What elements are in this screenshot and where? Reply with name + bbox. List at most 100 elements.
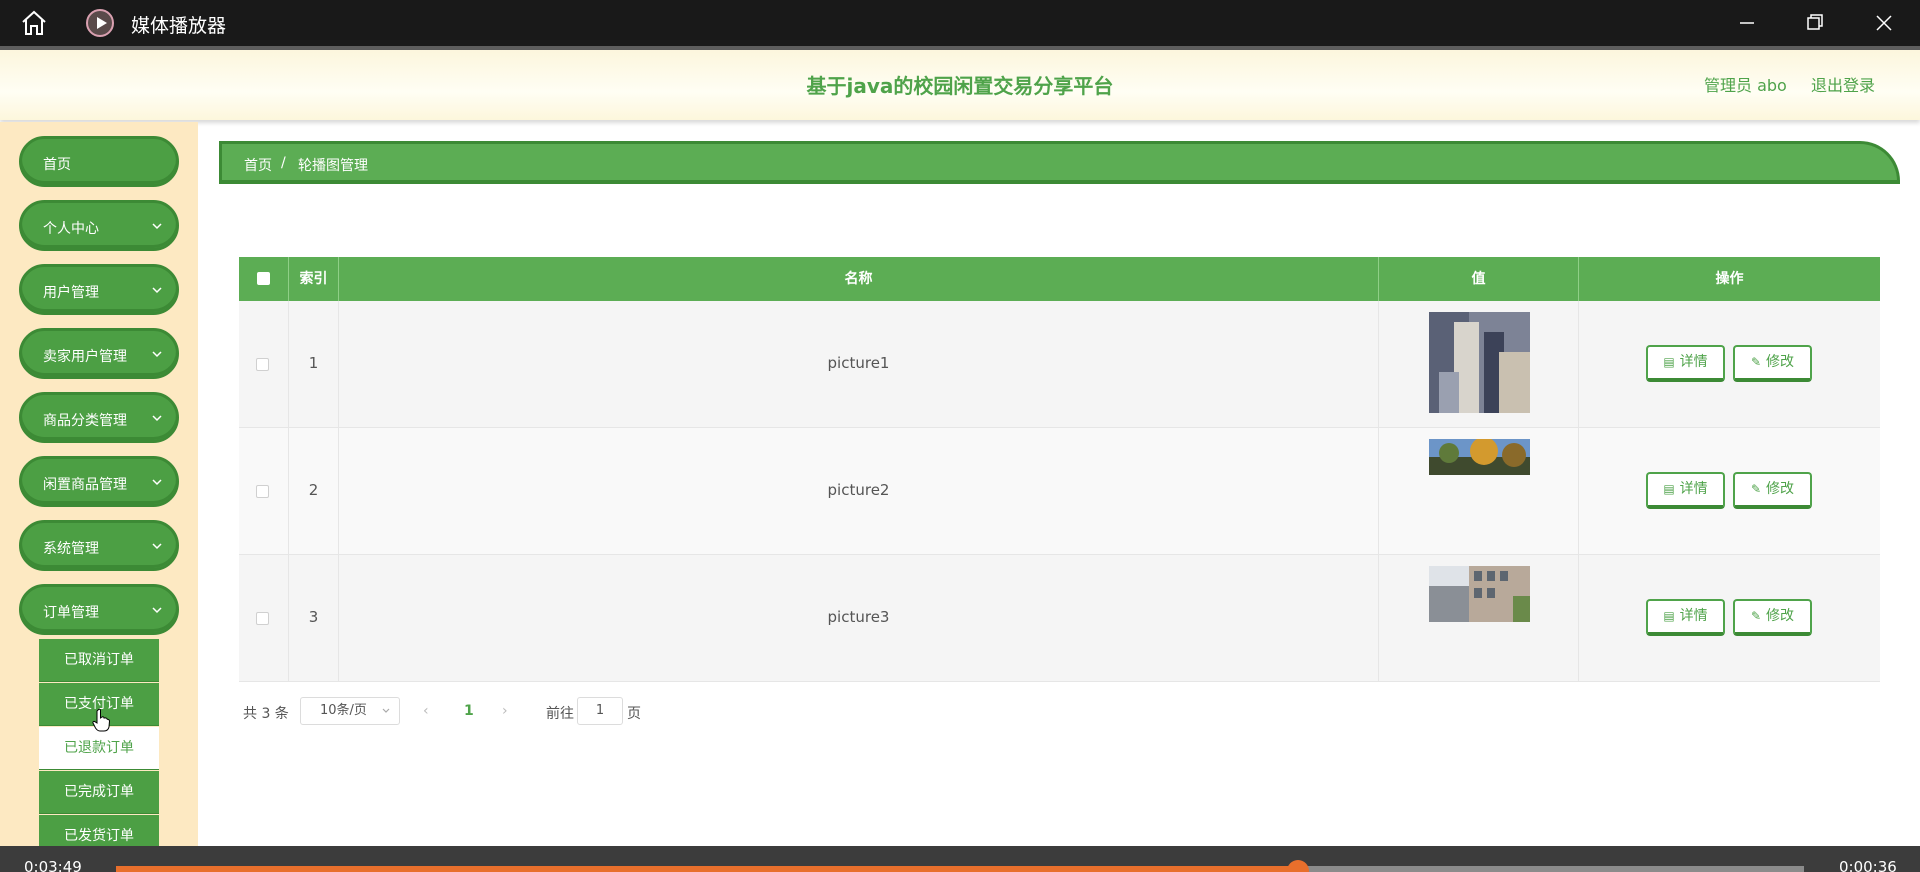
goto-label: 前往	[546, 706, 574, 722]
site-title: 基于java的校园闲置交易分享平台	[806, 74, 1114, 98]
row-select-cell	[239, 555, 289, 682]
pagination: 共 3 条 10条/页 ‹ 1 › 前往 1 页	[243, 697, 743, 727]
chevron-down-icon	[152, 543, 162, 550]
player-controls: 0:03:49 0:00:36	[0, 846, 1920, 872]
sidebar-item-label: 商品分类管理	[43, 413, 127, 429]
detail-button[interactable]: ▤ 详情	[1646, 472, 1725, 509]
banner-thumbnail[interactable]	[1429, 566, 1530, 622]
document-icon: ▤	[1663, 609, 1675, 623]
sidebar-item-label: 闲置商品管理	[43, 477, 127, 493]
table-header: 索引 名称 值 操作	[239, 257, 1880, 301]
chevron-down-icon	[152, 607, 162, 614]
seek-bar[interactable]	[116, 866, 1804, 872]
submenu-completed-orders[interactable]: 已完成订单	[39, 771, 159, 814]
row-checkbox[interactable]	[256, 612, 269, 625]
page-size-select[interactable]: 10条/页	[300, 697, 400, 725]
goto-page-input[interactable]: 1	[577, 697, 623, 725]
player-title: 媒体播放器	[131, 15, 227, 37]
player-titlebar: 媒体播放器	[0, 0, 1920, 46]
row-index: 1	[308, 354, 319, 372]
actions-cell: ▤ 详情 ✎ 修改	[1579, 428, 1880, 555]
edit-button[interactable]: ✎ 修改	[1733, 472, 1812, 509]
sidebar-item-label: 系统管理	[43, 541, 99, 557]
breadcrumb: 首页 / 轮播图管理	[219, 141, 1900, 184]
row-index: 3	[308, 608, 319, 626]
total-count: 共 3 条	[243, 706, 289, 722]
sidebar-item-personal-center[interactable]: 个人中心	[19, 200, 179, 251]
value-cell	[1379, 428, 1579, 555]
sidebar-item-order-management[interactable]: 订单管理	[19, 584, 179, 635]
edit-button[interactable]: ✎ 修改	[1733, 599, 1812, 636]
submenu-refunded-orders[interactable]: 已退款订单	[39, 727, 159, 770]
admin-user: 管理员 abo	[1704, 76, 1787, 95]
sidebar-item-label: 卖家用户管理	[43, 349, 127, 365]
table-row: 1 picture1 ▤ 详情 ✎ 修改	[239, 301, 1880, 428]
prev-page-icon[interactable]: ‹	[423, 703, 429, 719]
minimize-icon[interactable]	[1734, 10, 1760, 36]
index-cell: 3	[289, 555, 339, 682]
table-row: 3 picture3 ▤ 详情 ✎ 修改	[239, 555, 1880, 682]
breadcrumb-current: 轮播图管理	[298, 158, 368, 174]
chevron-down-icon	[152, 223, 162, 230]
actions-cell: ▤ 详情 ✎ 修改	[1579, 555, 1880, 682]
home-icon[interactable]	[20, 10, 48, 36]
chevron-down-icon	[152, 479, 162, 486]
seek-handle[interactable]	[1286, 860, 1309, 872]
name-cell: picture1	[339, 301, 1379, 428]
duration: 0:00:36	[1839, 858, 1897, 872]
pencil-icon: ✎	[1750, 355, 1762, 369]
sidebar-item-seller-management[interactable]: 卖家用户管理	[19, 328, 179, 379]
header-actions: 操作	[1715, 271, 1744, 287]
sidebar-item-label: 用户管理	[43, 285, 99, 301]
row-name: picture1	[827, 354, 890, 372]
current-time: 0:03:49	[24, 858, 82, 872]
hand-cursor-icon	[92, 708, 110, 732]
sidebar-item-label: 首页	[43, 157, 71, 173]
sidebar-item-label: 个人中心	[43, 221, 99, 237]
row-name: picture3	[827, 608, 890, 626]
sidebar-item-idle-goods-management[interactable]: 闲置商品管理	[19, 456, 179, 507]
sidebar-item-user-management[interactable]: 用户管理	[19, 264, 179, 315]
site-header: 基于java的校园闲置交易分享平台 管理员 abo 退出登录	[0, 50, 1920, 120]
value-cell	[1379, 301, 1579, 428]
page-size-value: 10条/页	[320, 703, 367, 718]
pencil-icon: ✎	[1750, 482, 1762, 496]
document-icon: ▤	[1663, 355, 1675, 369]
sidebar-item-system-management[interactable]: 系统管理	[19, 520, 179, 571]
detail-button[interactable]: ▤ 详情	[1646, 599, 1725, 636]
close-icon[interactable]	[1871, 10, 1897, 36]
sidebar-item-home[interactable]: 首页	[19, 136, 179, 187]
chevron-down-icon	[152, 351, 162, 358]
header-name: 名称	[339, 257, 1379, 301]
chevron-down-icon	[382, 708, 390, 713]
table-row: 2 picture2 ▤ 详情 ✎ 修改	[239, 428, 1880, 555]
breadcrumb-home[interactable]: 首页	[244, 155, 272, 175]
select-all-cell	[239, 257, 289, 301]
edit-button[interactable]: ✎ 修改	[1733, 345, 1812, 382]
sidebar-item-category-management[interactable]: 商品分类管理	[19, 392, 179, 443]
actions-cell: ▤ 详情 ✎ 修改	[1579, 301, 1880, 428]
sidebar-item-label: 订单管理	[43, 605, 99, 621]
banner-thumbnail[interactable]	[1429, 312, 1530, 413]
row-index: 2	[308, 481, 319, 499]
current-page[interactable]: 1	[464, 703, 474, 719]
detail-button[interactable]: ▤ 详情	[1646, 345, 1725, 382]
next-page-icon[interactable]: ›	[502, 703, 508, 719]
restore-icon[interactable]	[1802, 10, 1828, 36]
breadcrumb-separator: /	[281, 155, 286, 171]
media-player-app-icon	[86, 9, 114, 37]
banner-thumbnail[interactable]	[1429, 439, 1530, 475]
index-cell: 1	[289, 301, 339, 428]
row-checkbox[interactable]	[256, 358, 269, 371]
chevron-down-icon	[152, 415, 162, 422]
index-cell: 2	[289, 428, 339, 555]
logout-link[interactable]: 退出登录	[1811, 72, 1875, 96]
select-all-checkbox[interactable]	[257, 272, 270, 285]
submenu-cancelled-orders[interactable]: 已取消订单	[39, 639, 159, 682]
header-index: 索引	[289, 257, 339, 301]
row-name: picture2	[827, 481, 890, 499]
row-checkbox[interactable]	[256, 485, 269, 498]
header-value: 值	[1379, 257, 1579, 301]
name-cell: picture3	[339, 555, 1379, 682]
row-select-cell	[239, 428, 289, 555]
